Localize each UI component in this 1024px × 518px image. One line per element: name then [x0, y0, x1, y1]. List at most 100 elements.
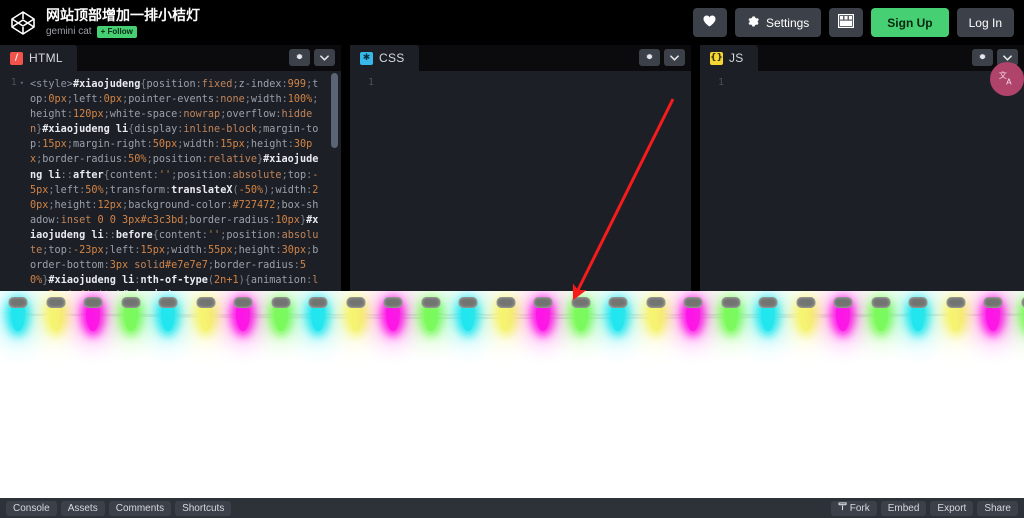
code-token: 2n+1 — [214, 275, 239, 286]
tab-js[interactable]: {} JS — [700, 45, 758, 71]
settings-label: Settings — [766, 16, 809, 30]
bulb-cap — [121, 297, 140, 308]
follow-button[interactable]: + Follow — [97, 26, 137, 38]
code-token: 10px — [275, 215, 300, 226]
code-token: position — [147, 79, 196, 90]
code-token: margin-right — [73, 139, 147, 150]
code-token: white-space — [110, 109, 177, 120]
code-token: width — [275, 185, 306, 196]
code-token: -23px — [73, 245, 104, 256]
bulb-cap — [309, 297, 328, 308]
code-token: :: — [104, 230, 116, 241]
css-pane: ✱ CSS 1 — [350, 45, 691, 291]
code-token: top — [288, 170, 306, 181]
js-code-area[interactable]: 1 — [700, 71, 1024, 291]
tab-html[interactable]: / HTML — [0, 45, 77, 71]
bulb-cap — [984, 297, 1003, 308]
html-scrollbar[interactable] — [331, 73, 338, 148]
code-token: top — [48, 245, 66, 256]
bulb-cap — [871, 297, 890, 308]
code-token: pointer-events — [128, 94, 214, 105]
codepen-logo-icon[interactable] — [8, 8, 38, 38]
bulb-cap — [84, 297, 103, 308]
bulb-cap — [796, 297, 815, 308]
fork-button-label: Fork — [850, 503, 870, 514]
christmas-lights-strand — [0, 291, 1024, 355]
bulb-cap — [459, 297, 478, 308]
html-pane: / HTML 1▾ <style>#xiaojudeng{position:fi… — [0, 45, 341, 291]
bulb-cap — [496, 297, 515, 308]
code-token: <style> — [30, 79, 73, 90]
assets-button[interactable]: Assets — [61, 501, 105, 516]
bulb-cap — [721, 297, 740, 308]
layout-grid-icon — [838, 14, 854, 31]
code-token: translateX — [171, 185, 232, 196]
preview-pane[interactable] — [0, 291, 1024, 498]
html-collapse-button[interactable] — [314, 49, 335, 66]
settings-button[interactable]: Settings — [735, 8, 821, 37]
html-logo-icon: / — [10, 52, 23, 65]
console-button[interactable]: Console — [6, 501, 57, 516]
code-token: left — [73, 94, 98, 105]
code-token: animation — [251, 275, 306, 286]
code-token: '' — [208, 230, 220, 241]
bulb-cap — [421, 297, 440, 308]
author-name[interactable]: gemini cat — [46, 26, 92, 37]
fork-button[interactable]: Fork — [831, 501, 877, 516]
code-token: none — [220, 94, 245, 105]
html-settings-button[interactable] — [289, 49, 310, 66]
code-token: height — [55, 200, 92, 211]
share-button-label: Share — [984, 503, 1011, 514]
layout-button[interactable] — [829, 8, 863, 37]
code-token: #e7e7e7 — [165, 260, 208, 271]
shortcuts-button[interactable]: Shortcuts — [175, 501, 231, 516]
embed-button[interactable]: Embed — [881, 501, 927, 516]
code-token: width — [183, 139, 214, 150]
css-settings-button[interactable] — [639, 49, 660, 66]
js-gutter: 1 — [700, 71, 728, 291]
signup-button[interactable]: Sign Up — [871, 8, 948, 37]
pen-title-block: 网站顶部增加一排小桔灯 gemini cat + Follow — [46, 8, 200, 38]
code-token: relative — [208, 154, 257, 165]
html-gutter: 1▾ — [0, 71, 28, 291]
footer-left-buttons: Console Assets Comments Shortcuts — [0, 501, 231, 516]
code-token: 0px — [48, 94, 66, 105]
bulb-cap — [159, 297, 178, 308]
svg-text:A: A — [1006, 76, 1012, 86]
pen-meta: gemini cat + Follow — [46, 26, 200, 38]
code-token: nowrap — [183, 109, 220, 120]
tab-css[interactable]: ✱ CSS — [350, 45, 419, 71]
code-token: 120px — [73, 109, 104, 120]
code-token: 12px — [98, 200, 123, 211]
html-code-area[interactable]: 1▾ <style>#xiaojudeng{position:fixed;z-i… — [0, 71, 341, 291]
export-button[interactable]: Export — [930, 501, 973, 516]
translate-button[interactable]: 文 A — [990, 62, 1024, 96]
css-pane-label: CSS — [379, 51, 405, 65]
love-button[interactable] — [693, 8, 727, 37]
css-collapse-button[interactable] — [664, 49, 685, 66]
comments-button[interactable]: Comments — [109, 501, 171, 516]
code-token: 15px — [220, 139, 245, 150]
translate-icon: 文 A — [998, 69, 1016, 90]
bulb-cap — [684, 297, 703, 308]
console-button-label: Console — [13, 503, 50, 514]
code-token: solid — [128, 260, 165, 271]
bulb-cap — [46, 297, 65, 308]
code-token: 50px — [153, 139, 178, 150]
share-button[interactable]: Share — [977, 501, 1018, 516]
line-number: 1 — [718, 77, 724, 88]
login-button[interactable]: Log In — [957, 8, 1014, 37]
bulb-cap — [271, 297, 290, 308]
code-token: after — [73, 170, 104, 181]
line-number: 1 — [368, 77, 374, 88]
header-actions: Settings Sign Up Log In — [693, 8, 1024, 37]
bulb-cap — [909, 297, 928, 308]
code-token: border-radius — [42, 154, 122, 165]
html-code-text[interactable]: <style>#xiaojudeng{position:fixed;z-inde… — [30, 77, 323, 291]
bulb-cap — [759, 297, 778, 308]
app-header: 网站顶部增加一排小桔灯 gemini cat + Follow Settings — [0, 0, 1024, 45]
js-settings-button[interactable] — [972, 49, 993, 66]
css-code-area[interactable]: 1 — [350, 71, 691, 291]
code-token: position — [153, 154, 202, 165]
code-token: height — [30, 109, 67, 120]
